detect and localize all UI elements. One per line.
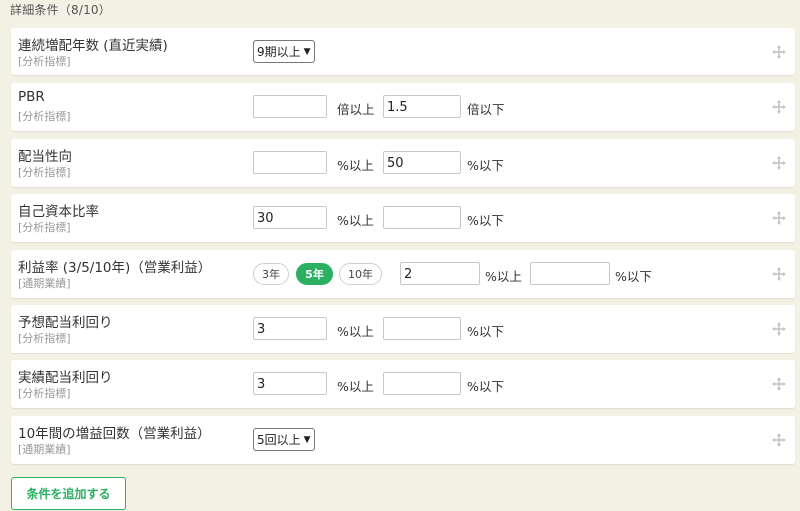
add-condition-button[interactable]: 条件を追加する [11,477,126,510]
payout-max-input[interactable] [383,151,461,174]
condition-row-equity-ratio: 自己資本比率 [分析指標] %以上 %以下 [11,194,795,242]
payout-max-unit: %以下 [467,158,504,173]
pbr-min-input[interactable] [253,95,327,118]
move-icon[interactable] [772,156,786,170]
condition-label: 10年間の増益回数（営業利益） [18,426,211,442]
condition-label: 実績配当利回り [18,370,113,386]
condition-category: [分析指標] [18,55,71,68]
move-icon[interactable] [772,433,786,447]
condition-label: 利益率 (3/5/10年)（営業利益） [18,260,212,276]
pbr-max-unit: 倍以下 [467,102,505,117]
actual-yield-max-unit: %以下 [467,379,504,394]
forecast-yield-max-input[interactable] [383,317,461,340]
condition-row-actual-yield: 実績配当利回り [分析指標] %以上 %以下 [11,360,795,408]
equity-min-unit: %以上 [337,213,374,228]
profit-max-input[interactable] [530,262,610,285]
condition-label: 自己資本比率 [18,204,99,220]
payout-min-unit: %以上 [337,158,374,173]
profit-min-unit: %以上 [485,269,522,284]
condition-label: 連続増配年数 (直近実績) [18,38,168,54]
actual-yield-max-input[interactable] [383,372,461,395]
pbr-max-input[interactable] [383,95,461,118]
move-icon[interactable] [772,45,786,59]
condition-category: [分析指標] [18,332,71,345]
payout-min-input[interactable] [253,151,327,174]
condition-row-profit-growth-count: 10年間の増益回数（営業利益） [通期業績] 5回以上 ▼ [11,416,795,464]
select-value: 5回以上 [257,433,301,447]
move-icon[interactable] [772,267,786,281]
profit-min-input[interactable] [400,262,480,285]
pbr-min-unit: 倍以上 [337,102,375,117]
profit-max-unit: %以下 [615,269,652,284]
equity-min-input[interactable] [253,206,327,229]
condition-category: [分析指標] [18,387,71,400]
condition-label: 配当性向 [18,149,72,165]
period-3y-button[interactable]: 3年 [253,263,289,285]
forecast-yield-min-unit: %以上 [337,324,374,339]
condition-category: [通期業績] [18,277,71,290]
period-10y-button[interactable]: 10年 [339,263,382,285]
condition-row-dividend-years: 連続増配年数 (直近実績) [分析指標] 9期以上 ▼ [11,28,795,75]
move-icon[interactable] [772,377,786,391]
chevron-down-icon: ▼ [303,46,311,57]
move-icon[interactable] [772,322,786,336]
profit-growth-count-select[interactable]: 5回以上 ▼ [253,428,315,451]
period-5y-button[interactable]: 5年 [296,263,333,285]
condition-label: 予想配当利回り [18,315,113,331]
condition-category: [分析指標] [18,110,71,123]
condition-row-profit-margin: 利益率 (3/5/10年)（営業利益） [通期業績] 3年 5年 10年 %以上… [11,250,795,298]
condition-row-pbr: PBR [分析指標] 倍以上 倍以下 [11,83,795,131]
equity-max-unit: %以下 [467,213,504,228]
forecast-yield-min-input[interactable] [253,317,327,340]
select-value: 9期以上 [257,45,301,59]
move-icon[interactable] [772,100,786,114]
condition-category: [分析指標] [18,221,71,234]
forecast-yield-max-unit: %以下 [467,324,504,339]
condition-row-payout-ratio: 配当性向 [分析指標] %以上 %以下 [11,139,795,187]
section-title: 詳細条件（8/10） [10,3,111,17]
actual-yield-min-unit: %以上 [337,379,374,394]
actual-yield-min-input[interactable] [253,372,327,395]
move-icon[interactable] [772,211,786,225]
condition-category: [通期業績] [18,443,71,456]
chevron-down-icon: ▼ [303,434,311,445]
dividend-years-select[interactable]: 9期以上 ▼ [253,40,315,63]
equity-max-input[interactable] [383,206,461,229]
condition-category: [分析指標] [18,166,71,179]
condition-row-forecast-yield: 予想配当利回り [分析指標] %以上 %以下 [11,305,795,353]
condition-label: PBR [18,89,45,105]
